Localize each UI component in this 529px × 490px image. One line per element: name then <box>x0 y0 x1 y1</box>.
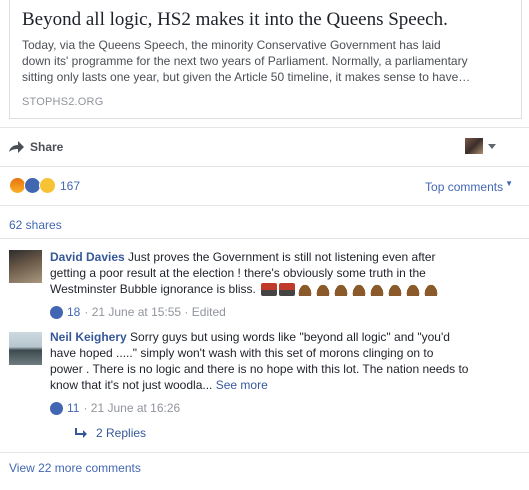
preview-title[interactable]: Beyond all logic, HS2 makes it into the … <box>22 9 517 31</box>
poo-emoji-icon <box>387 283 404 297</box>
preview-description-line: Today, via the Queens Speech, the minori… <box>22 38 441 52</box>
sad-reaction-icon <box>39 177 56 194</box>
poo-emoji-icon <box>369 283 386 297</box>
comment-sort-label: Top comments <box>425 180 504 194</box>
chevron-down-icon: ▼ <box>505 179 513 188</box>
comment-meta: 11 · 21 June at 16:26 <box>50 401 180 415</box>
comment-text: Westminster Bubble ignorance is bliss. <box>50 282 260 296</box>
see-more-link[interactable]: See more <box>216 378 268 392</box>
comment-body: David Davies Just proves the Government … <box>50 249 520 297</box>
comment-body: Neil Keighery Sorry guys but using words… <box>50 329 520 393</box>
divider <box>0 127 529 128</box>
reply-arrow-icon <box>75 428 87 438</box>
replies-label: 2 Replies <box>96 426 147 440</box>
post-card: Beyond all logic, HS2 makes it into the … <box>0 0 529 490</box>
shares-link[interactable]: 62 shares <box>9 218 62 232</box>
view-more-comments-link[interactable]: View 22 more comments <box>9 461 141 475</box>
poo-emoji-icon <box>351 283 368 297</box>
comment-text: getting a poor result at the election ! … <box>50 266 426 280</box>
reactions-summary[interactable]: 167 <box>9 177 80 194</box>
divider <box>0 452 529 453</box>
avatar <box>465 138 483 154</box>
preview-description-line: sitting only lasts one year, but given t… <box>22 70 471 84</box>
divider <box>0 238 529 239</box>
chevron-down-icon <box>488 143 496 149</box>
action-bar: Share <box>0 133 529 161</box>
poo-emoji-icon <box>315 283 332 297</box>
comment-text: power . There is no logic and there is n… <box>50 362 469 376</box>
share-button[interactable]: Share <box>9 140 63 154</box>
comment-author[interactable]: Neil Keighery <box>50 330 127 344</box>
share-arrow-icon <box>9 141 24 153</box>
reaction-count: 167 <box>60 178 81 193</box>
like-icon <box>50 305 63 319</box>
comment-meta: 18 · 21 June at 15:55 · Edited <box>50 305 226 319</box>
comment-text: Sorry guys but using words like "beyond … <box>126 330 450 344</box>
share-label: Share <box>30 140 64 154</box>
preview-description: Today, via the Queens Speech, the minori… <box>22 37 512 85</box>
preview-description-line: down its' programme for the next two yea… <box>22 54 468 68</box>
train-emoji-icon <box>261 283 278 297</box>
like-icon <box>50 401 63 415</box>
comment-like-count[interactable]: 18 <box>67 305 80 319</box>
poo-emoji-icon <box>297 283 314 297</box>
comment-sort-dropdown[interactable]: Top comments ▼ <box>425 179 513 194</box>
comment-like-count[interactable]: 11 <box>67 401 79 415</box>
train-emoji-icon <box>279 283 296 297</box>
comment-timestamp[interactable]: · 21 June at 15:55 · Edited <box>84 305 225 319</box>
avatar[interactable] <box>9 332 42 365</box>
view-replies-link[interactable]: 2 Replies <box>75 426 146 440</box>
link-preview[interactable]: Beyond all logic, HS2 makes it into the … <box>9 0 522 119</box>
avatar[interactable] <box>9 250 42 283</box>
comment-text: Just proves the Government is still not … <box>124 250 436 264</box>
comment-text: have hoped ....." simply won't wash with… <box>50 346 434 360</box>
post-as-selector[interactable] <box>465 138 496 154</box>
poo-emoji-icon <box>423 283 440 297</box>
divider <box>0 205 529 206</box>
poo-emoji-icon <box>333 283 350 297</box>
comment-timestamp[interactable]: · 21 June at 16:26 <box>83 401 180 415</box>
comment-author[interactable]: David Davies <box>50 250 125 264</box>
emoji-row <box>261 283 441 297</box>
comment-text: know that it's not just woodla... <box>50 378 216 392</box>
preview-domain: STOPHS2.ORG <box>22 96 104 108</box>
divider <box>0 166 529 167</box>
poo-emoji-icon <box>405 283 422 297</box>
